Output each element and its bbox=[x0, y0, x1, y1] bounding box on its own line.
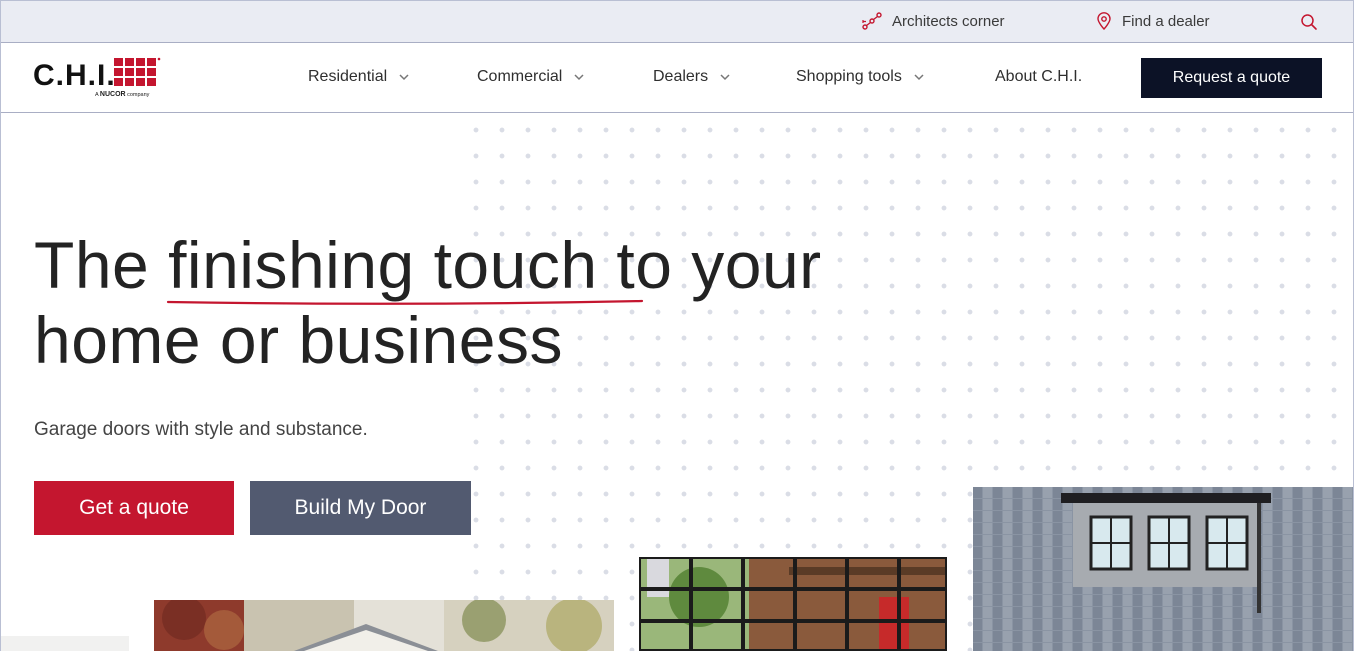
chevron-down-icon bbox=[399, 74, 409, 81]
search-button[interactable] bbox=[1300, 13, 1318, 31]
svg-text:A NUCOR company: A NUCOR company bbox=[95, 91, 150, 98]
nav-dealers-label: Dealers bbox=[653, 68, 709, 85]
hero-subtitle: Garage doors with style and substance. bbox=[34, 419, 368, 440]
nav-about[interactable]: About C.H.I. bbox=[995, 68, 1082, 86]
find-dealer-label: Find a dealer bbox=[1122, 12, 1210, 30]
architects-corner-label: Architects corner bbox=[892, 12, 1005, 30]
nav-shopping-tools-label: Shopping tools bbox=[796, 68, 902, 85]
search-icon bbox=[1301, 14, 1317, 30]
svg-text:C.H.I.: C.H.I. bbox=[33, 59, 116, 92]
location-pin-icon bbox=[1097, 12, 1111, 30]
nav-commercial[interactable]: Commercial bbox=[477, 68, 584, 86]
get-quote-button[interactable]: Get a quote bbox=[34, 481, 234, 535]
architects-icon bbox=[862, 12, 882, 30]
find-dealer-link[interactable]: Find a dealer bbox=[1096, 12, 1210, 30]
photo-glass-garage-door bbox=[639, 557, 947, 651]
utility-bar: Architects corner Find a dealer bbox=[1, 0, 1353, 43]
chevron-down-icon bbox=[720, 74, 730, 81]
photo-house-exterior bbox=[154, 600, 614, 651]
nav-about-label: About C.H.I. bbox=[995, 68, 1083, 85]
chi-logo[interactable]: C.H.I. A NUCOR company bbox=[33, 57, 163, 99]
architects-corner-link[interactable]: Architects corner bbox=[862, 12, 1005, 30]
chevron-down-icon bbox=[574, 74, 584, 81]
photo-dormer-roof bbox=[973, 487, 1353, 651]
page-frame: Architects corner Find a dealer C.H.I. A… bbox=[0, 0, 1354, 651]
main-nav: C.H.I. A NUCOR company Residential Comme… bbox=[1, 43, 1353, 113]
hero-title-line2: home or business bbox=[34, 303, 563, 377]
hero-title-highlight: finishing touch bbox=[168, 228, 598, 302]
build-my-door-button[interactable]: Build My Door bbox=[250, 481, 471, 535]
hero-title-part2: to your bbox=[597, 228, 822, 302]
nav-dealers[interactable]: Dealers bbox=[653, 68, 730, 86]
nav-commercial-label: Commercial bbox=[477, 68, 563, 85]
nav-shopping-tools[interactable]: Shopping tools bbox=[796, 68, 924, 86]
request-quote-button[interactable]: Request a quote bbox=[1141, 58, 1322, 98]
highlight-underline bbox=[166, 299, 644, 305]
nav-residential-label: Residential bbox=[308, 68, 388, 85]
photo-partial-left bbox=[1, 636, 129, 651]
chevron-down-icon bbox=[914, 74, 924, 81]
hero-title-part1: The bbox=[34, 228, 169, 302]
nav-residential[interactable]: Residential bbox=[308, 68, 409, 86]
